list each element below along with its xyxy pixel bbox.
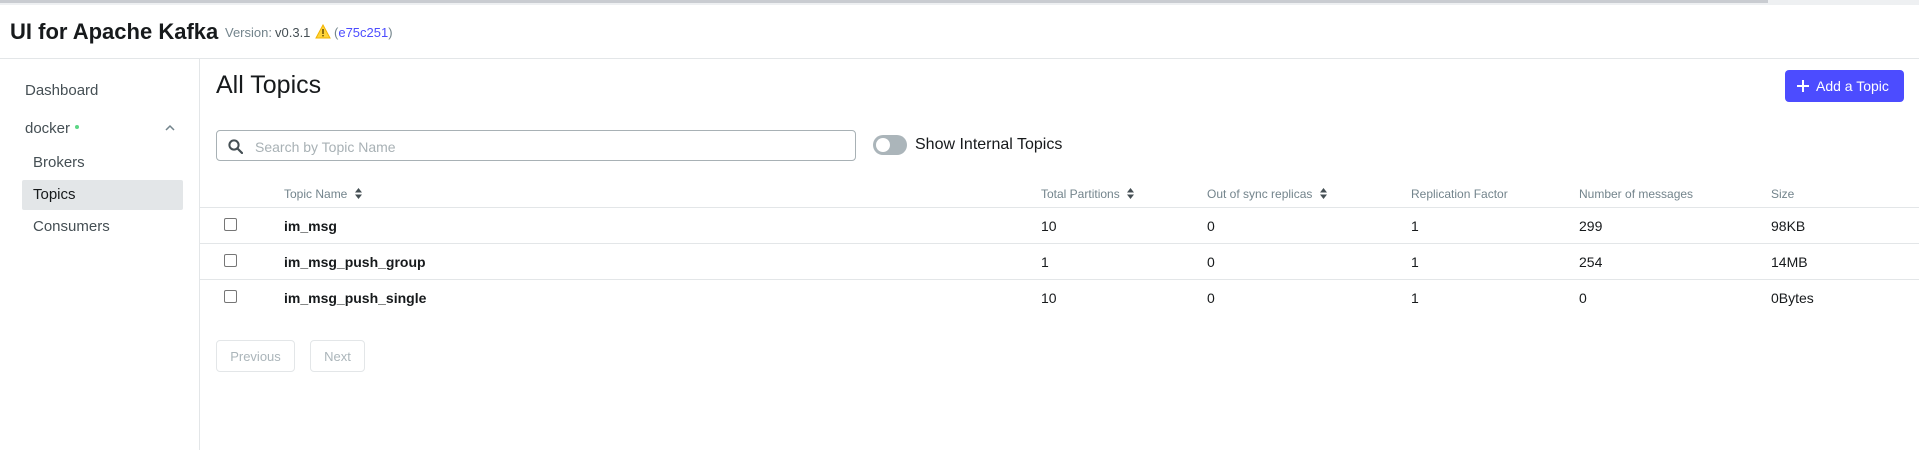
replication-factor-cell: 1: [1411, 218, 1419, 234]
sidebar: Dashboard docker Brokers Topics Consumer…: [0, 59, 200, 450]
column-header-total-partitions[interactable]: Total Partitions: [1041, 187, 1135, 201]
search-icon: [228, 139, 243, 154]
sort-icon: [1127, 188, 1135, 199]
app-title[interactable]: UI for Apache Kafka: [10, 19, 218, 45]
sort-icon: [354, 188, 362, 199]
total-partitions-cell: 10: [1041, 218, 1057, 234]
cluster-name: docker: [25, 120, 71, 137]
sidebar-item-cluster[interactable]: docker: [22, 114, 183, 144]
column-header-size: Size: [1771, 187, 1795, 201]
out-of-sync-cell: 0: [1207, 290, 1215, 306]
column-header-number-of-messages: Number of messages: [1579, 187, 1694, 201]
add-topic-label: Add a Topic: [1816, 78, 1889, 94]
column-header-topic-name[interactable]: Topic Name: [284, 187, 362, 201]
row-checkbox[interactable]: [224, 218, 237, 231]
row-checkbox[interactable]: [224, 254, 237, 267]
plus-icon: [1797, 80, 1809, 92]
sidebar-item-consumers[interactable]: Consumers: [22, 212, 183, 242]
search-box: [216, 130, 856, 161]
replication-factor-cell: 1: [1411, 254, 1419, 270]
number-of-messages-cell: 0: [1579, 290, 1587, 306]
page-title: All Topics: [216, 71, 322, 99]
commit-link[interactable]: (e75c251): [334, 25, 393, 40]
out-of-sync-cell: 0: [1207, 254, 1215, 270]
topic-name-link[interactable]: im_msg_push_single: [284, 290, 426, 306]
version-label: Version:: [225, 25, 272, 40]
size-cell: 98KB: [1771, 218, 1806, 234]
total-partitions-cell: 1: [1041, 254, 1049, 270]
size-cell: 14MB: [1771, 254, 1808, 270]
column-header-replication-factor: Replication Factor: [1411, 187, 1508, 201]
size-cell: 0Bytes: [1771, 290, 1814, 306]
top-navbar: UI for Apache Kafka Version: v0.3.1 (e75…: [0, 5, 1919, 59]
row-checkbox[interactable]: [224, 290, 237, 303]
cluster-status-dot: [75, 125, 80, 130]
next-page-button[interactable]: Next: [310, 340, 365, 372]
sidebar-item-brokers[interactable]: Brokers: [22, 148, 183, 178]
sidebar-item-label: Topics: [33, 186, 76, 203]
column-header-out-of-sync-replicas[interactable]: Out of sync replicas: [1207, 187, 1327, 201]
chevron-up-icon[interactable]: [165, 124, 175, 131]
version-value: v0.3.1: [275, 25, 311, 40]
topic-name-link[interactable]: im_msg: [284, 218, 337, 234]
number-of-messages-cell: 299: [1579, 218, 1603, 234]
toggle-knob: [876, 138, 890, 152]
topic-name-link[interactable]: im_msg_push_group: [284, 254, 426, 270]
previous-page-button[interactable]: Previous: [216, 340, 295, 372]
warning-icon: [315, 24, 331, 39]
show-internal-topics-toggle[interactable]: [873, 135, 907, 155]
out-of-sync-cell: 0: [1207, 218, 1215, 234]
sidebar-item-label: Consumers: [33, 218, 110, 235]
table-row: im_msg_push_group 1 0 1 254 14MB: [200, 243, 1919, 280]
sort-icon: [1319, 188, 1327, 199]
table-row: im_msg_push_single 10 0 1 0 0Bytes: [200, 279, 1919, 316]
table-row: im_msg 10 0 1 299 98KB: [200, 207, 1919, 244]
number-of-messages-cell: 254: [1579, 254, 1603, 270]
commit-hash: e75c251: [338, 25, 389, 40]
add-topic-button[interactable]: Add a Topic: [1785, 70, 1904, 102]
search-input[interactable]: [253, 135, 847, 159]
show-internal-topics-label: Show Internal Topics: [915, 136, 1063, 153]
replication-factor-cell: 1: [1411, 290, 1419, 306]
sidebar-item-label: Dashboard: [25, 82, 99, 99]
sidebar-item-topics[interactable]: Topics: [22, 180, 183, 210]
total-partitions-cell: 10: [1041, 290, 1057, 306]
browser-progress-bar: [0, 0, 1768, 3]
sidebar-item-dashboard[interactable]: Dashboard: [22, 76, 183, 106]
sidebar-item-label: Brokers: [33, 154, 85, 171]
